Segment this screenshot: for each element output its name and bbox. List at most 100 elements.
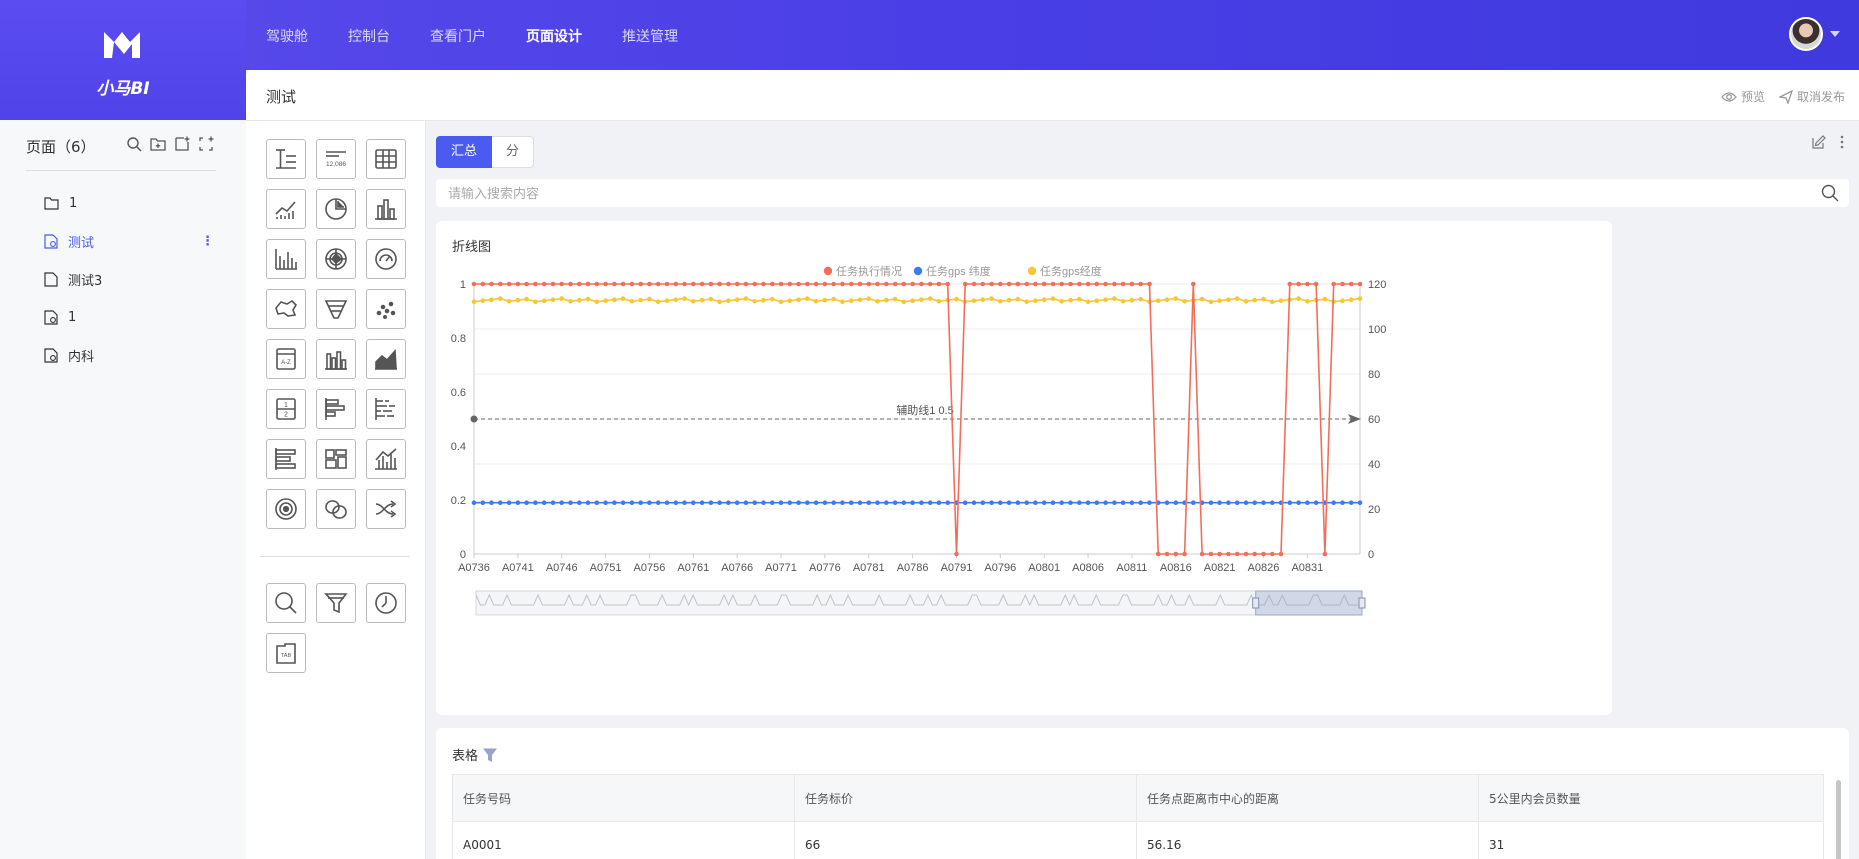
search-icon[interactable] (1821, 184, 1839, 202)
area-chart-icon[interactable] (366, 339, 406, 379)
data-point (1348, 297, 1354, 302)
sankey-icon[interactable] (366, 489, 406, 529)
table-component-icon[interactable] (366, 139, 406, 179)
nav-item-push[interactable]: 推送管理 (622, 26, 678, 46)
column-header[interactable]: 任务点距离市中心的距离 (1136, 774, 1479, 822)
nav-item-cockpit[interactable]: 驾驶舱 (266, 26, 308, 46)
y-right-tick-label: 80 (1368, 369, 1380, 381)
add-link-icon[interactable] (198, 136, 214, 152)
radar-chart-icon[interactable] (316, 239, 356, 279)
data-point (594, 299, 600, 305)
query-icon[interactable] (266, 583, 306, 623)
sidebar-item-test[interactable]: 测试 ⋮ (44, 222, 224, 260)
data-point (585, 500, 591, 506)
card-layout-icon[interactable] (316, 439, 356, 479)
data-point (550, 297, 556, 302)
filter-icon[interactable] (316, 583, 356, 623)
data-point (726, 500, 731, 506)
line-chart: 0 20 40 60 80 100 120 0 0.2 0.4 0.6 0.8 1 A0736 A0741 A… (451, 264, 1386, 616)
data-point (989, 500, 994, 506)
markline-start (470, 415, 478, 423)
data-point (541, 500, 547, 506)
sidebar-item-page-1[interactable]: 1 (44, 298, 224, 336)
gauge-icon[interactable] (366, 239, 406, 279)
venn-icon[interactable] (316, 489, 356, 529)
nav-item-page-design[interactable]: 页面设计 (526, 26, 582, 46)
funnel-icon[interactable] (316, 289, 356, 329)
number-card-icon[interactable]: 12,086 (316, 139, 356, 179)
bar-chart-icon[interactable] (366, 189, 406, 229)
more-vertical-icon[interactable] (1839, 134, 1845, 150)
add-page-icon[interactable] (174, 136, 190, 152)
text-component-icon[interactable] (266, 139, 306, 179)
tab-component-icon[interactable]: TAB (266, 633, 306, 673)
fraction-icon[interactable]: 12 (266, 389, 306, 429)
edit-icon[interactable] (1811, 134, 1827, 150)
stacked-bar-icon[interactable] (266, 239, 306, 279)
data-point (796, 500, 801, 506)
data-point (568, 299, 573, 304)
column-header[interactable]: 5公里内会员数量 (1478, 774, 1824, 822)
data-point (1041, 297, 1047, 302)
search-icon[interactable] (126, 136, 142, 152)
data-point (708, 296, 714, 302)
search-input[interactable] (448, 184, 1808, 202)
nav-item-console[interactable]: 控制台 (348, 26, 390, 46)
progress-bar-icon[interactable] (266, 439, 306, 479)
nav-item-portal[interactable]: 查看门户 (430, 26, 486, 46)
data-point (787, 500, 793, 506)
filter-icon[interactable] (482, 747, 498, 763)
sidebar-item-internal-medicine[interactable]: 内科 (44, 336, 224, 374)
chevron-down-icon[interactable] (1830, 31, 1840, 37)
data-point (1068, 281, 1073, 287)
x-tick-label: A0771 (765, 562, 797, 574)
data-point (673, 297, 679, 302)
preview-button[interactable]: 预览 (1721, 88, 1765, 105)
column-header[interactable]: 任务号码 (452, 774, 795, 822)
data-point (892, 281, 898, 287)
logo[interactable]: 小马BI (0, 0, 246, 120)
data-point (647, 296, 652, 302)
data-point (1199, 296, 1205, 302)
table-row[interactable]: A0001 66 56.16 31 (452, 821, 1824, 859)
data-point (603, 500, 608, 506)
tab-summary[interactable]: 汇总 (436, 136, 493, 168)
data-point (1226, 551, 1231, 557)
pie-chart-icon[interactable] (316, 189, 356, 229)
data-point (866, 500, 872, 506)
add-folder-icon[interactable] (150, 136, 166, 152)
tab-detail[interactable]: 分 (492, 136, 535, 168)
combo-chart-icon[interactable] (366, 439, 406, 479)
horizontal-bar-icon[interactable] (316, 389, 356, 429)
column-group-icon[interactable] (316, 339, 356, 379)
unpublish-button[interactable]: 取消发布 (1778, 88, 1845, 105)
sidebar-item-label: 1 (68, 309, 77, 325)
x-tick-label: A0786 (897, 562, 929, 574)
scatter-icon[interactable] (366, 289, 406, 329)
title-bar: 测试 预览 取消发布 (246, 70, 1859, 121)
stacked-horizontal-bar-icon[interactable] (366, 389, 406, 429)
avatar[interactable] (1789, 17, 1823, 51)
svg-text:1: 1 (284, 402, 288, 409)
sidebar-item-test3[interactable]: 测试3 (44, 260, 224, 298)
ring-chart-icon[interactable] (266, 489, 306, 529)
table-scrollbar[interactable] (1836, 780, 1841, 859)
column-header[interactable]: 任务标价 (794, 774, 1137, 822)
clock-icon[interactable] (366, 583, 406, 623)
data-point (655, 281, 661, 287)
x-tick-label: A0806 (1072, 562, 1104, 574)
sidebar-item-folder-1[interactable]: 1 (44, 184, 224, 222)
more-icon[interactable]: ⋮ (201, 234, 214, 249)
data-point (813, 299, 819, 304)
logo-mark-icon (104, 32, 140, 58)
sort-list-icon[interactable]: A-Z (266, 339, 306, 379)
data-point (831, 296, 836, 302)
map-icon[interactable] (266, 289, 306, 329)
line-chart-icon[interactable] (266, 189, 306, 229)
data-point (945, 281, 950, 287)
data-point (919, 297, 924, 302)
legend-marker (823, 266, 833, 276)
data-point (559, 500, 564, 506)
data-point (910, 281, 915, 287)
data-point (489, 500, 494, 506)
